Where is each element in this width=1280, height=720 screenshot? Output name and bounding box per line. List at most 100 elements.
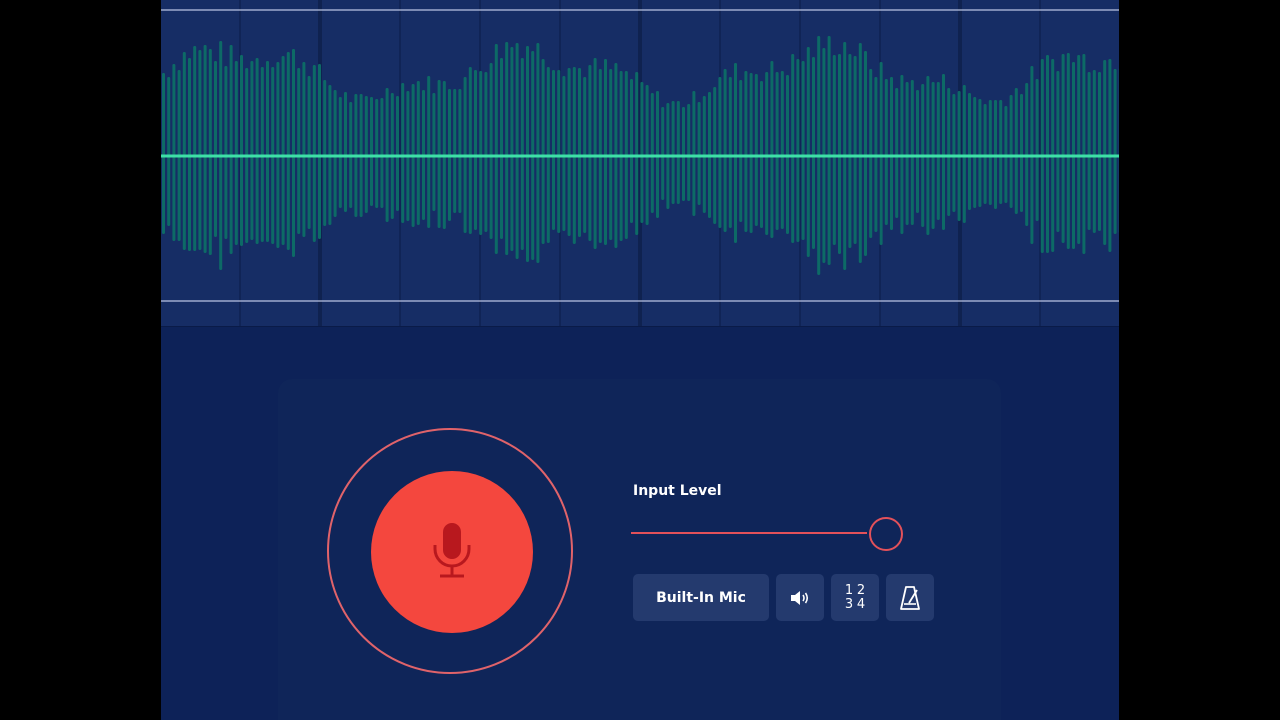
waveform-bar — [676, 101, 680, 204]
waveform-bar — [718, 77, 722, 228]
waveform-bar — [1066, 53, 1070, 249]
waveform-bar — [812, 57, 815, 249]
waveform[interactable] — [161, 0, 1119, 326]
waveform-bar — [240, 55, 243, 246]
waveform-bar — [853, 56, 857, 244]
waveform-bar — [916, 90, 919, 213]
waveform-bar — [1061, 54, 1065, 243]
waveform-bar — [780, 71, 784, 229]
waveform-bar — [728, 77, 732, 228]
waveform-bar — [692, 91, 696, 216]
waveform-bar — [806, 47, 810, 257]
waveform-bar — [292, 49, 295, 257]
waveform-bar — [671, 101, 675, 204]
speaker-button[interactable] — [776, 574, 824, 621]
metronome-button[interactable] — [886, 574, 934, 621]
waveform-bar — [224, 66, 228, 239]
waveform-bar — [869, 69, 873, 238]
waveform-bar — [281, 56, 285, 245]
waveform-bar — [229, 45, 233, 254]
waveform-bar — [286, 52, 290, 250]
waveform-bar — [500, 58, 503, 239]
waveform-bar — [172, 64, 176, 241]
input-level-slider[interactable] — [631, 516, 935, 552]
waveform-bar — [697, 102, 701, 205]
waveform-bar — [297, 68, 301, 234]
waveform-bar — [588, 65, 592, 241]
waveform-bar — [416, 81, 420, 225]
waveform-bar — [801, 61, 805, 240]
count-in-digit: 1 — [844, 582, 854, 598]
waveform-bar — [832, 55, 836, 245]
waveform-bar — [167, 77, 171, 226]
waveform-bar — [380, 98, 384, 208]
input-level-label: Input Level — [633, 483, 722, 499]
waveform-bar — [739, 80, 743, 222]
waveform-bar — [848, 54, 852, 248]
waveform-bar — [458, 89, 462, 213]
waveform-bar — [552, 70, 555, 230]
waveform-bar — [687, 104, 691, 201]
waveform-bar — [791, 54, 795, 243]
waveform-bar — [453, 89, 457, 213]
waveform-bar — [214, 61, 217, 237]
waveform-bar — [640, 82, 644, 223]
waveform-bar — [895, 88, 899, 218]
recording-screen: Input Level Built-In Mic 1 2 3 4 — [161, 0, 1119, 720]
waveform-bar — [1035, 79, 1039, 221]
waveform-bar — [962, 85, 966, 223]
waveform-bar — [884, 79, 888, 225]
waveform-bar — [947, 88, 951, 216]
waveform-bar — [942, 74, 945, 230]
waveform-bar — [905, 82, 909, 225]
count-in-digit: 3 — [844, 596, 854, 612]
waveform-bar — [838, 54, 841, 254]
waveform-bar — [744, 71, 748, 232]
waveform-bar — [1113, 69, 1117, 234]
waveform-bar — [578, 68, 581, 237]
waveform-bar — [734, 63, 737, 243]
input-device-button[interactable]: Built-In Mic — [633, 574, 769, 621]
waveform-bar — [396, 96, 399, 211]
waveform-bar — [682, 107, 685, 201]
waveform-bar — [983, 104, 987, 204]
waveform-bar — [879, 62, 883, 245]
record-button[interactable] — [371, 471, 533, 633]
waveform-bar — [1056, 71, 1060, 232]
waveform-bar — [796, 59, 800, 242]
waveform-bar — [936, 82, 940, 220]
waveform-bar — [489, 63, 493, 239]
microphone-icon — [433, 523, 471, 578]
waveform-bar — [910, 80, 914, 225]
recorder-panel: Input Level Built-In Mic 1 2 3 4 — [278, 379, 1001, 720]
waveform-bar — [318, 64, 321, 239]
waveform-bar — [203, 45, 207, 253]
waveform-bar — [520, 58, 524, 250]
waveform-bar — [323, 80, 327, 226]
waveform-bar — [401, 83, 405, 223]
waveform-bar — [1020, 94, 1023, 212]
waveform-bar — [858, 43, 862, 263]
waveform-bar — [988, 100, 992, 205]
waveform-bar — [375, 99, 379, 208]
waveform-bar — [255, 58, 259, 244]
waveform-bar — [562, 76, 566, 231]
waveform-bar — [864, 51, 867, 256]
waveform-bar — [333, 90, 337, 217]
waveform-bar — [515, 43, 519, 259]
waveform-bar — [505, 42, 509, 255]
waveform-bar — [427, 76, 431, 228]
count-in-icon: 1 2 3 4 — [843, 582, 867, 612]
waveform-bar — [890, 77, 893, 230]
waveform-bar — [536, 43, 540, 263]
input-level-knob[interactable] — [869, 517, 903, 551]
waveform-bar — [208, 49, 212, 255]
count-in-button[interactable]: 1 2 3 4 — [831, 574, 879, 621]
waveform-bar — [307, 76, 311, 229]
waveform-bar — [827, 36, 831, 265]
waveform-bar — [770, 61, 774, 238]
speaker-icon — [791, 590, 809, 605]
waveform-bar — [182, 52, 186, 250]
waveform-bar — [723, 69, 727, 232]
count-in-digit: 4 — [856, 596, 866, 612]
